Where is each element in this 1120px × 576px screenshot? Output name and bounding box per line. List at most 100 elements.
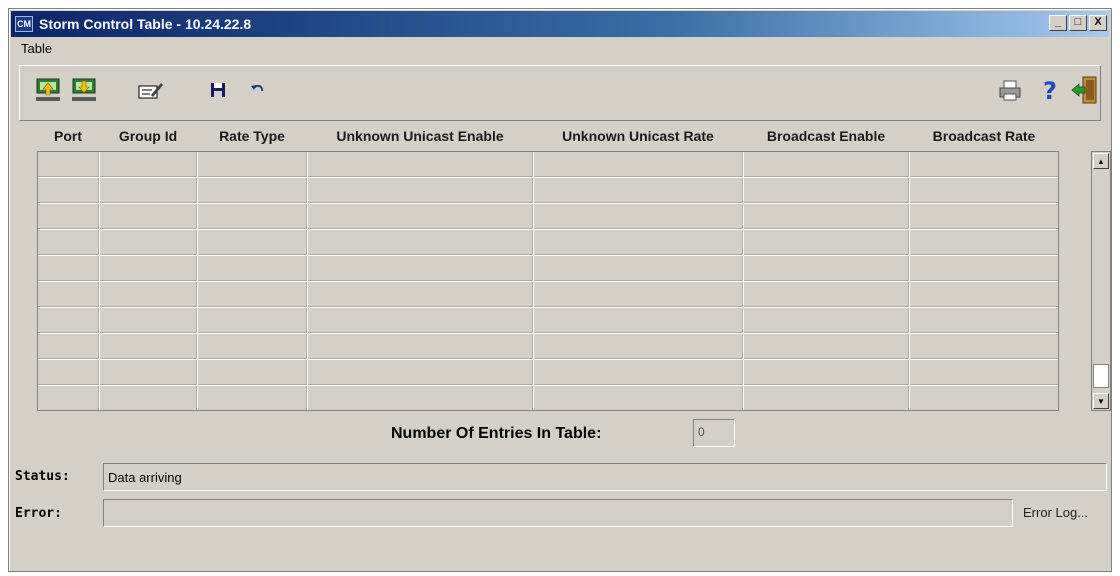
column-header-port[interactable]: Port xyxy=(37,123,99,149)
table-cell[interactable] xyxy=(38,230,100,256)
column-header-broadcast-enable[interactable]: Broadcast Enable xyxy=(743,123,909,149)
table-cell[interactable] xyxy=(38,386,100,410)
table-cell[interactable] xyxy=(744,334,910,360)
table-cell[interactable] xyxy=(308,308,534,334)
table-row[interactable] xyxy=(38,256,1058,282)
table-cell[interactable] xyxy=(198,178,308,204)
table-row[interactable] xyxy=(38,308,1058,334)
table-row[interactable] xyxy=(38,360,1058,386)
table-cell[interactable] xyxy=(38,256,100,282)
table-cell[interactable] xyxy=(744,282,910,308)
table-cell[interactable] xyxy=(198,230,308,256)
maximize-button[interactable]: □ xyxy=(1069,15,1087,31)
table-cell[interactable] xyxy=(100,308,198,334)
table-cell[interactable] xyxy=(308,204,534,230)
table-cell[interactable] xyxy=(744,308,910,334)
table-cell[interactable] xyxy=(910,334,1058,360)
table-cell[interactable] xyxy=(534,152,744,178)
table-cell[interactable] xyxy=(534,308,744,334)
close-button[interactable]: X xyxy=(1089,15,1107,31)
table-cell[interactable] xyxy=(744,178,910,204)
scroll-up-button[interactable]: ▲ xyxy=(1093,153,1109,169)
table-cell[interactable] xyxy=(100,334,198,360)
table-cell[interactable] xyxy=(534,360,744,386)
column-header-unknown-unicast-enable[interactable]: Unknown Unicast Enable xyxy=(307,123,533,149)
table-cell[interactable] xyxy=(100,360,198,386)
table-cell[interactable] xyxy=(38,334,100,360)
table-cell[interactable] xyxy=(910,256,1058,282)
table-cell[interactable] xyxy=(198,152,308,178)
table-cell[interactable] xyxy=(534,282,744,308)
table-cell[interactable] xyxy=(38,204,100,230)
table-cell[interactable] xyxy=(38,152,100,178)
table-cell[interactable] xyxy=(198,256,308,282)
table-cell[interactable] xyxy=(534,230,744,256)
table-row[interactable] xyxy=(38,386,1058,410)
table-cell[interactable] xyxy=(100,178,198,204)
column-header-unknown-unicast-rate[interactable]: Unknown Unicast Rate xyxy=(533,123,743,149)
table-cell[interactable] xyxy=(910,386,1058,410)
table-cell[interactable] xyxy=(198,204,308,230)
table-cell[interactable] xyxy=(744,360,910,386)
menu-table[interactable]: Table xyxy=(21,41,52,56)
table-cell[interactable] xyxy=(308,152,534,178)
vertical-scrollbar[interactable]: ▲ ▼ xyxy=(1091,151,1111,411)
table-cell[interactable] xyxy=(534,178,744,204)
table-cell[interactable] xyxy=(308,334,534,360)
table-cell[interactable] xyxy=(534,334,744,360)
table-cell[interactable] xyxy=(910,282,1058,308)
table-cell[interactable] xyxy=(100,152,198,178)
table-row[interactable] xyxy=(38,178,1058,204)
table-cell[interactable] xyxy=(308,230,534,256)
table-cell[interactable] xyxy=(308,256,534,282)
table-cell[interactable] xyxy=(308,178,534,204)
edit-button[interactable] xyxy=(136,78,164,106)
title-bar[interactable]: CM Storm Control Table - 10.24.22.8 _ □ … xyxy=(11,11,1109,37)
table-cell[interactable] xyxy=(744,386,910,410)
table-cell[interactable] xyxy=(308,360,534,386)
table-row[interactable] xyxy=(38,334,1058,360)
scroll-down-button[interactable]: ▼ xyxy=(1093,393,1109,409)
table-cell[interactable] xyxy=(100,386,198,410)
table-cell[interactable] xyxy=(534,204,744,230)
table-cell[interactable] xyxy=(910,360,1058,386)
print-button[interactable] xyxy=(996,78,1024,106)
table-cell[interactable] xyxy=(38,282,100,308)
table-cell[interactable] xyxy=(744,204,910,230)
table-row[interactable] xyxy=(38,282,1058,308)
upload-button[interactable] xyxy=(34,78,62,106)
undo-button[interactable] xyxy=(244,78,272,106)
table-cell[interactable] xyxy=(38,178,100,204)
save-button[interactable] xyxy=(204,78,232,106)
error-log-link[interactable]: Error Log... xyxy=(1023,505,1088,520)
table-row[interactable] xyxy=(38,204,1058,230)
table-cell[interactable] xyxy=(100,282,198,308)
table-cell[interactable] xyxy=(910,230,1058,256)
table-cell[interactable] xyxy=(744,230,910,256)
help-button[interactable]: ? xyxy=(1036,77,1064,106)
table-cell[interactable] xyxy=(910,178,1058,204)
table-cell[interactable] xyxy=(308,282,534,308)
table-cell[interactable] xyxy=(744,256,910,282)
table-cell[interactable] xyxy=(198,334,308,360)
table-cell[interactable] xyxy=(100,204,198,230)
table-cell[interactable] xyxy=(910,204,1058,230)
scroll-thumb[interactable] xyxy=(1093,364,1109,388)
table-cell[interactable] xyxy=(534,256,744,282)
table-cell[interactable] xyxy=(308,386,534,410)
table-cell[interactable] xyxy=(744,152,910,178)
table-cell[interactable] xyxy=(198,308,308,334)
table-cell[interactable] xyxy=(534,386,744,410)
table-cell[interactable] xyxy=(100,256,198,282)
table-cell[interactable] xyxy=(198,282,308,308)
table-cell[interactable] xyxy=(198,386,308,410)
table-row[interactable] xyxy=(38,152,1058,178)
column-header-group-id[interactable]: Group Id xyxy=(99,123,197,149)
table-cell[interactable] xyxy=(38,308,100,334)
download-button[interactable] xyxy=(70,78,98,106)
column-header-broadcast-rate[interactable]: Broadcast Rate xyxy=(909,123,1059,149)
minimize-button[interactable]: _ xyxy=(1049,15,1067,31)
column-header-rate-type[interactable]: Rate Type xyxy=(197,123,307,149)
table-cell[interactable] xyxy=(100,230,198,256)
exit-button[interactable] xyxy=(1070,76,1098,106)
